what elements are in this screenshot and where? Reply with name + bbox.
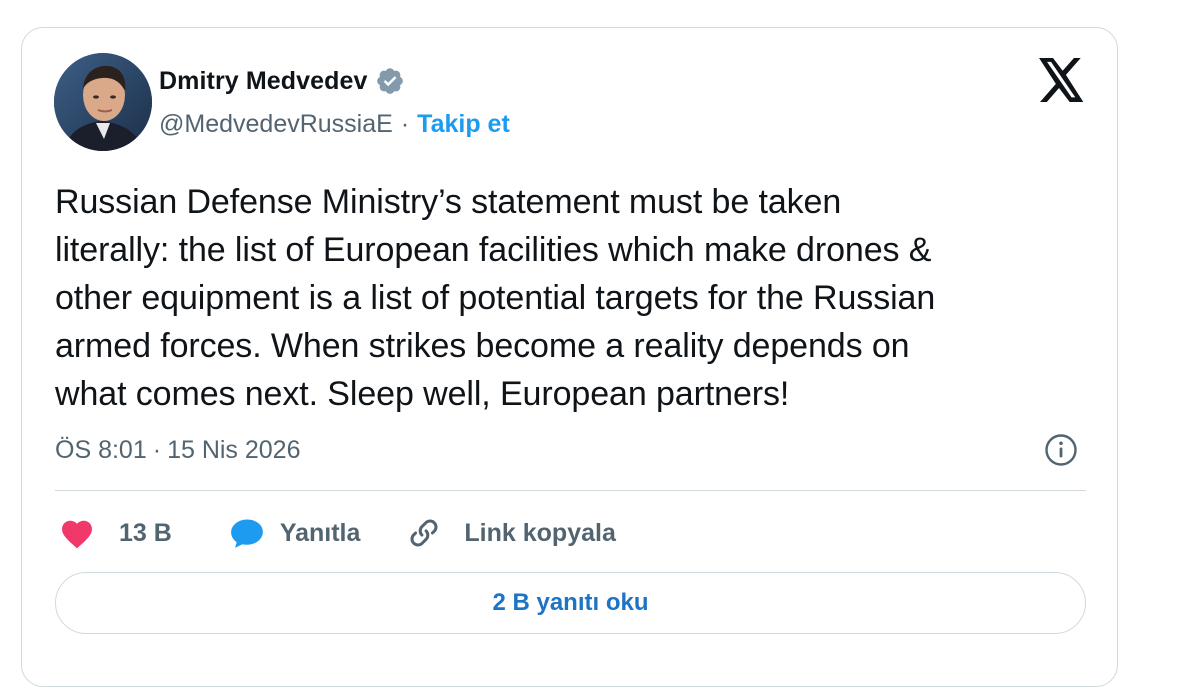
avatar[interactable] bbox=[54, 53, 152, 151]
tweet-date[interactable]: 15 Nis 2026 bbox=[167, 436, 300, 465]
tweet-text: Russian Defense Ministry’s statement mus… bbox=[55, 183, 936, 413]
author-handle-row: @MedvedevRussiaE · Takip et bbox=[159, 108, 510, 140]
follow-button[interactable]: Takip et bbox=[417, 110, 510, 139]
copy-link-label: Link kopyala bbox=[464, 518, 616, 547]
tweet-time[interactable]: ÖS 8:01 bbox=[55, 436, 147, 465]
avatar-photo bbox=[54, 53, 152, 151]
reply-button[interactable]: Yanıtla bbox=[228, 516, 361, 550]
like-count: 13 B bbox=[119, 518, 172, 547]
info-icon[interactable] bbox=[1044, 433, 1078, 467]
tweet-timestamp: ÖS 8:01 · 15 Nis 2026 bbox=[55, 432, 301, 468]
read-replies-button[interactable]: 2 B yanıtı oku bbox=[55, 572, 1086, 634]
reply-bubble-icon bbox=[228, 516, 266, 550]
author-handle[interactable]: @MedvedevRussiaE bbox=[159, 110, 393, 139]
tweet-actions: 13 B Yanıtla Link kopyala bbox=[59, 511, 616, 555]
handle-separator: · bbox=[400, 109, 410, 138]
author-name-row: Dmitry Medvedev bbox=[159, 64, 405, 98]
timestamp-separator: · bbox=[152, 435, 162, 464]
like-button[interactable]: 13 B bbox=[59, 517, 172, 549]
copy-link-button[interactable]: Link kopyala bbox=[406, 515, 616, 551]
link-icon bbox=[406, 515, 442, 551]
reply-label: Yanıtla bbox=[279, 518, 361, 547]
tweet-embed-card: Dmitry Medvedev @MedvedevRussiaE · Takip… bbox=[21, 27, 1118, 687]
heart-icon bbox=[59, 517, 95, 549]
author-display-name[interactable]: Dmitry Medvedev bbox=[159, 67, 368, 96]
verified-badge-icon bbox=[375, 66, 405, 96]
divider bbox=[55, 490, 1086, 491]
x-logo-icon[interactable] bbox=[1039, 58, 1085, 102]
